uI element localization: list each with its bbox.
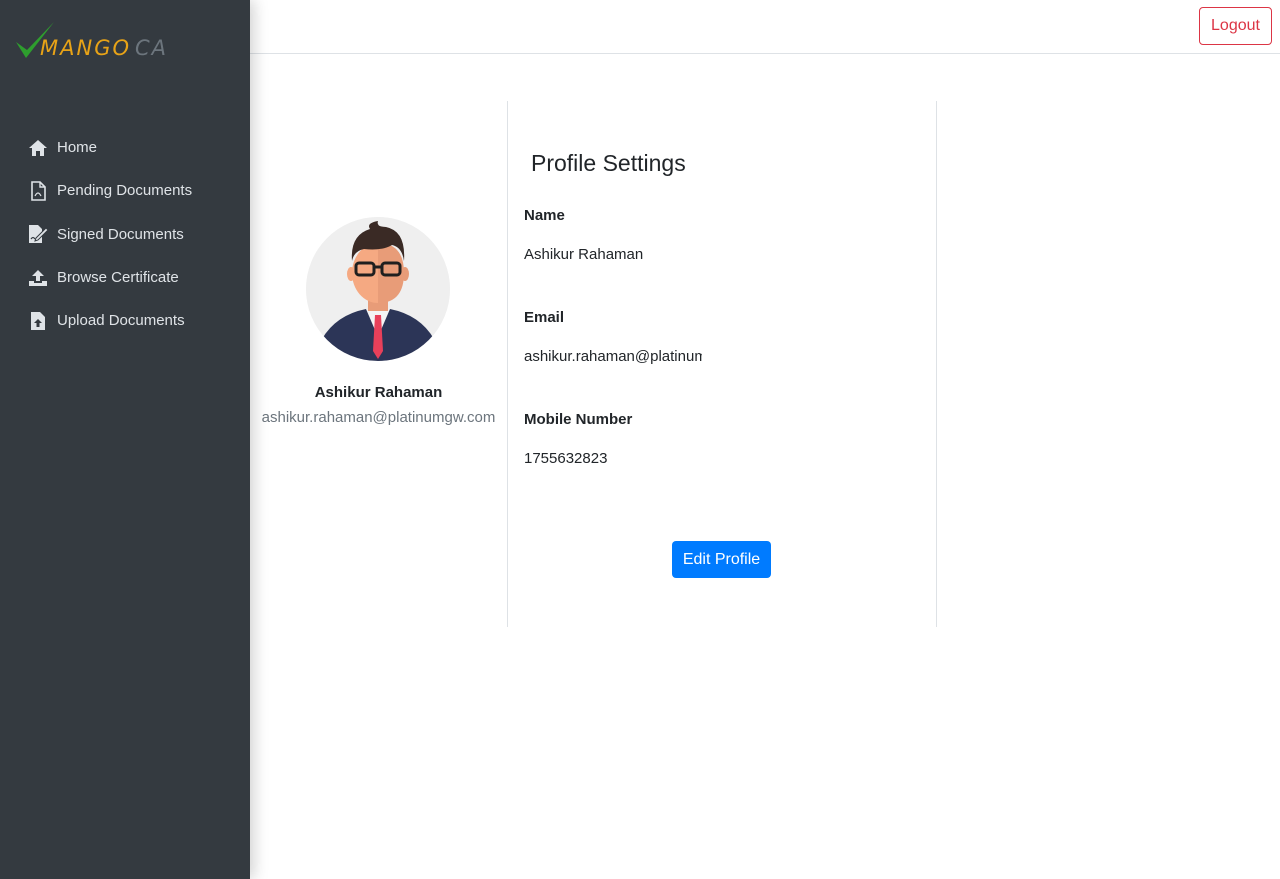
upload-tray-icon	[28, 268, 48, 288]
sidebar-item-upload-documents[interactable]: Upload Documents	[0, 299, 250, 342]
profile-name: Ashikur Rahaman	[314, 384, 443, 401]
email-label: Email	[524, 309, 565, 326]
sidebar-item-signed-documents[interactable]: Signed Documents	[0, 213, 250, 256]
column-divider	[936, 101, 937, 627]
top-navbar: Logout	[250, 0, 1280, 54]
sidebar-item-pending-documents[interactable]: Pending Documents	[0, 169, 250, 212]
logo-suffix: CA	[135, 36, 169, 60]
page-title: Profile Settings	[531, 150, 686, 176]
file-upload-icon	[28, 311, 48, 331]
sidebar-nav: Home Pending Documents Signed Documents …	[0, 126, 250, 342]
sidebar-item-label: Pending Documents	[57, 182, 193, 200]
pdf-file-icon	[28, 181, 48, 201]
sidebar-item-label: Signed Documents	[57, 225, 184, 243]
profile-email: ashikur.rahaman@platinumgw.com	[261, 409, 496, 426]
logo-word: MANGO	[40, 36, 131, 60]
signed-file-icon	[28, 224, 48, 244]
profile-settings-panel: Profile Settings Name Ashikur Rahaman Em…	[508, 101, 936, 627]
sidebar-item-browse-certificate[interactable]: Browse Certificate	[0, 256, 250, 299]
sidebar: MANGO CA Home Pending Documents Signed Do…	[0, 0, 250, 879]
avatar	[306, 217, 450, 361]
sidebar-item-label: Home	[57, 139, 98, 157]
edit-profile-button[interactable]: Edit Profile	[672, 541, 771, 578]
profile-card: Ashikur Rahaman ashikur.rahaman@platinum…	[250, 101, 507, 627]
mobile-number-label: Mobile Number	[524, 411, 633, 428]
sidebar-item-label: Upload Documents	[57, 312, 185, 330]
mobile-number-value: 1755632823	[524, 450, 608, 467]
sidebar-item-label: Browse Certificate	[57, 269, 179, 287]
logout-button[interactable]: Logout	[1199, 7, 1272, 45]
brand-logo[interactable]: MANGO CA	[14, 20, 174, 64]
name-label: Name	[524, 207, 565, 224]
name-value: Ashikur Rahaman	[524, 246, 644, 263]
sidebar-item-home[interactable]: Home	[0, 126, 250, 169]
email-value: ashikur.rahaman@platinumgw.com	[524, 348, 702, 365]
home-icon	[28, 138, 48, 158]
